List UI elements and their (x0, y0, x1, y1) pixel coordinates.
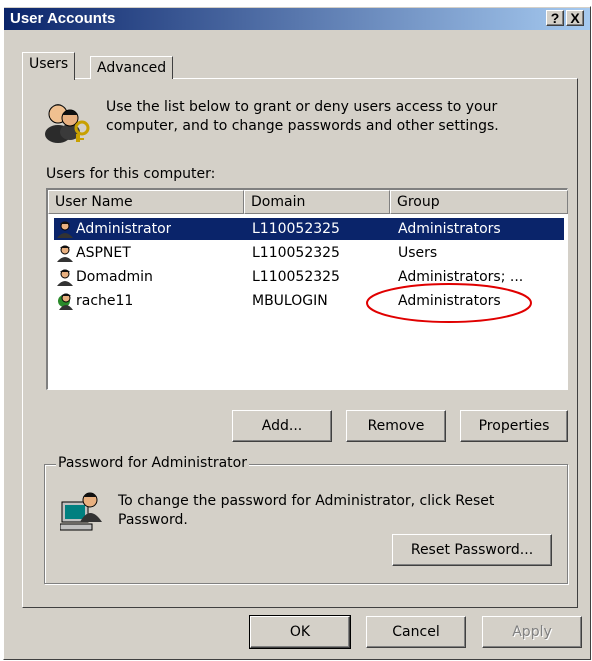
close-button[interactable]: X (566, 10, 584, 26)
cell-user-name: Administrator (76, 221, 172, 237)
password-group-label: Password for Administrator (56, 455, 249, 471)
user-icon (56, 268, 74, 286)
cell-user-name: Domadmin (76, 269, 153, 285)
password-text-line1: To change the password for Administrator… (118, 493, 495, 509)
apply-button[interactable]: Apply (482, 616, 582, 648)
title-bar[interactable]: User Accounts ? X (4, 8, 590, 30)
cell-domain: L110052325 (252, 245, 340, 261)
column-header-user-name[interactable]: User Name (48, 190, 244, 214)
add-button[interactable]: Add... (232, 410, 332, 442)
column-header-domain[interactable]: Domain (244, 190, 390, 214)
users-list-label: Users for this computer: (46, 166, 216, 182)
cell-group: Administrators (398, 221, 501, 237)
window-title: User Accounts (10, 10, 116, 27)
cell-domain: L110052325 (252, 221, 340, 237)
intro-text: Use the list below to grant or deny user… (106, 98, 546, 136)
remove-button[interactable]: Remove (346, 410, 446, 442)
password-text-line2: Password. (118, 512, 188, 528)
cell-user-name: rache11 (76, 293, 134, 309)
tab-advanced[interactable]: Advanced (90, 56, 174, 79)
properties-button[interactable]: Properties (460, 410, 568, 442)
help-button[interactable]: ? (546, 10, 564, 26)
users-keys-icon (44, 98, 92, 144)
cell-user-name: ASPNET (76, 245, 131, 261)
user-icon (56, 244, 74, 262)
table-row[interactable]: Administrator L110052325 Administrators (54, 218, 564, 240)
annotation-circle (366, 283, 532, 323)
column-header-group[interactable]: Group (390, 190, 568, 214)
cancel-button[interactable]: Cancel (366, 616, 466, 648)
tab-advanced-label: Advanced (97, 60, 167, 76)
ok-button[interactable]: OK (249, 615, 351, 649)
intro-text-line2: computer, and to change passwords and ot… (106, 118, 499, 134)
cell-group: Users (398, 245, 438, 261)
cell-domain: L110052325 (252, 269, 340, 285)
cell-domain: MBULOGIN (252, 293, 328, 309)
password-text: To change the password for Administrator… (118, 492, 558, 530)
reset-password-button[interactable]: Reset Password... (392, 534, 552, 566)
intro-text-line1: Use the list below to grant or deny user… (106, 99, 498, 115)
tab-users-label: Users (29, 56, 69, 72)
tab-users[interactable]: Users (22, 52, 76, 80)
domain-user-icon (56, 292, 74, 310)
computer-user-icon (59, 488, 104, 532)
table-row[interactable]: ASPNET L110052325 Users (54, 242, 564, 264)
user-icon (56, 220, 74, 238)
